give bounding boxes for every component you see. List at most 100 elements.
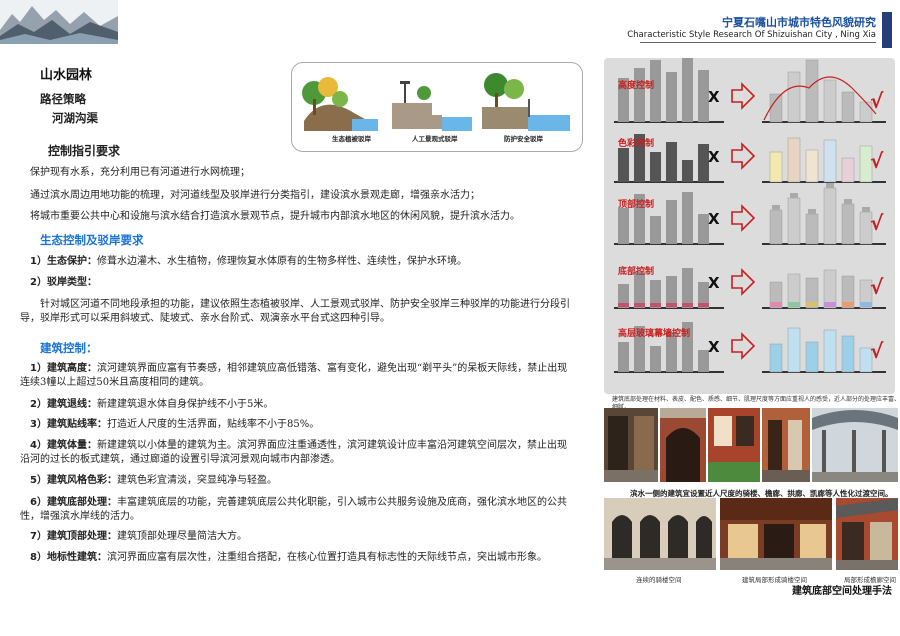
bldg-left-glass-2 [650, 346, 661, 372]
control-label-bottom: 底部控制 [618, 267, 655, 277]
building-item-2: 2）建筑退线：新建建筑退水体自身保护线不小于5米。 [30, 399, 274, 410]
final-label: 建筑底部空间处理手法 [792, 586, 892, 597]
bldg-left-top-3 [666, 200, 677, 244]
bldg-right-glass-4 [841, 335, 855, 373]
header-landscape-art [0, 0, 118, 44]
header-subtitle: Characteristic Style Research Of Shizuis… [627, 30, 876, 40]
section-guideline: 控制指引要求 [48, 144, 121, 158]
bldg-right-height-0 [769, 93, 783, 123]
arrow-top [731, 204, 756, 232]
control-label-height: 高度控制 [618, 81, 655, 91]
bldg-right-roof-top-1 [790, 193, 798, 198]
bldg-left-base-bottom-3 [666, 303, 677, 307]
bldg-left-height-1 [634, 68, 645, 122]
wrong-mark-glass: X [708, 338, 720, 356]
bldg-right-roof-top-3 [826, 183, 834, 188]
ecology-heading: 生态控制及驳岸要求 [40, 233, 144, 247]
photo-partial-veranda [836, 498, 898, 570]
section-strategy: 路径策略 [40, 92, 86, 106]
right-mark-bottom: √ [870, 275, 884, 299]
wrong-mark-color: X [708, 148, 720, 166]
building-item-7: 7）建筑顶部处理：建筑顶部处理尽量简洁大方。 [30, 531, 247, 542]
photo-arcade-4 [762, 408, 810, 482]
bldg-right-color-4 [841, 157, 855, 183]
building-item-1: 1）建筑高度：滨河建筑界面应富有节奏感，相邻建筑应高低错落、富有变化，避免出现“… [20, 363, 568, 388]
photo-arcade-5 [812, 408, 898, 482]
bldg-right-color-2 [805, 149, 819, 183]
bldg-left-color-3 [666, 142, 677, 182]
ecology-para: 针对城区河道不同地段承担的功能，建议依照生态植被驳岸、人工景观式驳岸、防护安全驳… [20, 299, 570, 324]
bldg-right-glass-0 [769, 343, 783, 373]
wrong-mark-bottom: X [708, 274, 720, 292]
bldg-right-base-bottom-1 [788, 302, 800, 307]
intro-1: 保护现有水系，充分利用已有河道进行水网梳理； [30, 167, 250, 178]
bldg-left-glass-0 [618, 342, 629, 372]
bldg-left-height-4 [682, 56, 693, 122]
bldg-left-base-bottom-4 [682, 303, 693, 307]
photo-row2-caption-1: 连续的骑楼空间 [636, 576, 682, 584]
building-item-3: 3）建筑贴线率：打造近人尺度的生活界面，贴线率不小于85%。 [30, 419, 320, 430]
bldg-right-glass-2 [805, 341, 819, 373]
photo-partial-arcade [720, 498, 832, 570]
control-label-glass: 高层玻璃幕墙控制 [618, 329, 691, 339]
bldg-right-color-1 [787, 137, 801, 183]
photo-arcade-2 [660, 408, 706, 482]
bldg-left-height-3 [666, 72, 677, 122]
bldg-right-height-2 [805, 59, 819, 123]
bldg-left-top-0 [618, 208, 629, 244]
page-title: 山水园林 [40, 68, 93, 83]
building-item-5: 5）建筑风格色彩：建筑色彩宜清淡，突显纯净与轻盈。 [30, 475, 277, 486]
arrow-bottom [731, 268, 756, 296]
bldg-left-bottom-1 [634, 272, 645, 308]
bldg-left-base-bottom-0 [618, 303, 629, 307]
building-item-8: 8）地标性建筑：滨河界面应富有层次性，注重组合搭配，在核心位置打造具有标志性的天… [30, 552, 547, 563]
bldg-right-top-3 [823, 187, 837, 245]
wrong-mark-height: X [708, 88, 720, 106]
right-mark-color: √ [870, 149, 884, 173]
bldg-right-height-4 [841, 91, 855, 123]
wrong-mark-top: X [708, 210, 720, 228]
photo-arcade-3 [708, 408, 760, 482]
bldg-right-base-bottom-3 [824, 302, 836, 307]
arrow-height [731, 82, 756, 110]
building-item-6: 6）建筑底部处理：丰富建筑底层的功能，完善建筑底层公共化职能，引入城市公共服务设… [20, 497, 567, 522]
building-heading: 建筑控制： [40, 341, 98, 355]
right-mark-glass: √ [870, 339, 884, 363]
bldg-right-base-bottom-0 [770, 302, 782, 307]
bldg-left-base-bottom-5 [698, 303, 709, 307]
bldg-right-glass-1 [787, 327, 801, 373]
intro-2: 通过滨水周边用地功能的梳理，对河道线型及驳岸进行分类指引，建设滨水景观走廊，增强… [30, 190, 480, 201]
arrow-color [731, 142, 756, 170]
bldg-left-color-4 [682, 160, 693, 182]
header-tab [882, 12, 892, 48]
bldg-left-top-4 [682, 192, 693, 244]
arrow-glass [731, 332, 756, 360]
right-mark-top: √ [870, 211, 884, 235]
control-label-color: 色彩控制 [618, 139, 655, 149]
bank-types-illustration: 生态植被驳岸 人工景观式驳岸 防护安全驳岸 [291, 62, 583, 152]
section-river: 河湖沟渠 [52, 111, 98, 125]
bldg-right-glass-3 [823, 329, 837, 373]
bldg-right-roof-top-5 [862, 207, 870, 212]
bldg-left-color-0 [618, 148, 629, 182]
header-title: 宁夏石嘴山市城市特色风貌研究 [722, 16, 876, 29]
bldg-right-roof-top-4 [844, 199, 852, 204]
bldg-left-height-2 [650, 60, 661, 122]
bldg-left-bottom-4 [682, 268, 693, 308]
bldg-left-base-bottom-2 [650, 303, 661, 307]
photo-continuous-arcade [604, 498, 716, 570]
bldg-right-roof-top-2 [808, 209, 816, 214]
bank-label-artificial: 人工景观式驳岸 [412, 135, 458, 143]
bldg-right-base-bottom-2 [806, 302, 818, 307]
bldg-right-base-bottom-5 [860, 302, 872, 307]
bldg-right-color-0 [769, 151, 783, 183]
bank-label-eco: 生态植被驳岸 [332, 135, 371, 143]
bldg-right-roof-top-0 [772, 205, 780, 210]
bldg-right-top-0 [769, 209, 783, 245]
bldg-right-top-2 [805, 213, 819, 245]
intro-3: 将城市重要公共中心和设施与滨水结合打造滨水景观节点，提升城市内部滨水地区的休闲风… [30, 211, 520, 222]
bldg-right-height-1 [787, 71, 801, 123]
ecology-item-2: 2）驳岸类型： [30, 277, 97, 288]
bank-label-protective: 防护安全驳岸 [504, 135, 543, 143]
control-diagram: X √X √X √X √X √ [614, 56, 886, 373]
